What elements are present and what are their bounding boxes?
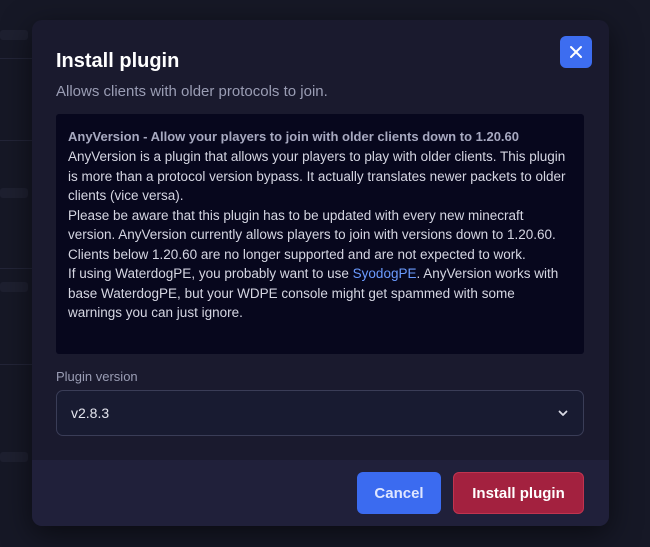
plugin-description-box: AnyVersion - Allow your players to join … xyxy=(56,114,584,354)
description-paragraph: Please be aware that this plugin has to … xyxy=(68,207,556,262)
description-heading: AnyVersion - Allow your players to join … xyxy=(68,129,519,144)
chevron-down-icon xyxy=(558,410,568,416)
dialog-footer: Cancel Install plugin xyxy=(32,460,609,526)
background-element xyxy=(0,282,28,292)
install-plugin-dialog: Install plugin Allows clients with older… xyxy=(32,20,609,526)
description-paragraph: If using WaterdogPE, you probably want t… xyxy=(68,264,572,323)
cancel-button[interactable]: Cancel xyxy=(357,472,441,514)
install-plugin-button[interactable]: Install plugin xyxy=(453,472,584,514)
syodogpe-link[interactable]: SyodogPE xyxy=(353,266,417,281)
selected-version: v2.8.3 xyxy=(71,405,110,421)
plugin-version-label: Plugin version xyxy=(56,369,138,384)
description-paragraph: AnyVersion is a plugin that allows your … xyxy=(68,149,566,203)
background-element xyxy=(0,452,28,462)
dialog-title: Install plugin xyxy=(56,50,180,72)
plugin-version-select[interactable]: v2.8.3 xyxy=(56,390,584,436)
description-text: If using WaterdogPE, you probably want t… xyxy=(68,266,353,281)
close-icon xyxy=(570,46,582,58)
background-element xyxy=(0,188,28,198)
dialog-subtitle: Allows clients with older protocols to j… xyxy=(56,83,328,100)
background-element xyxy=(0,30,28,40)
close-button[interactable] xyxy=(560,36,592,68)
